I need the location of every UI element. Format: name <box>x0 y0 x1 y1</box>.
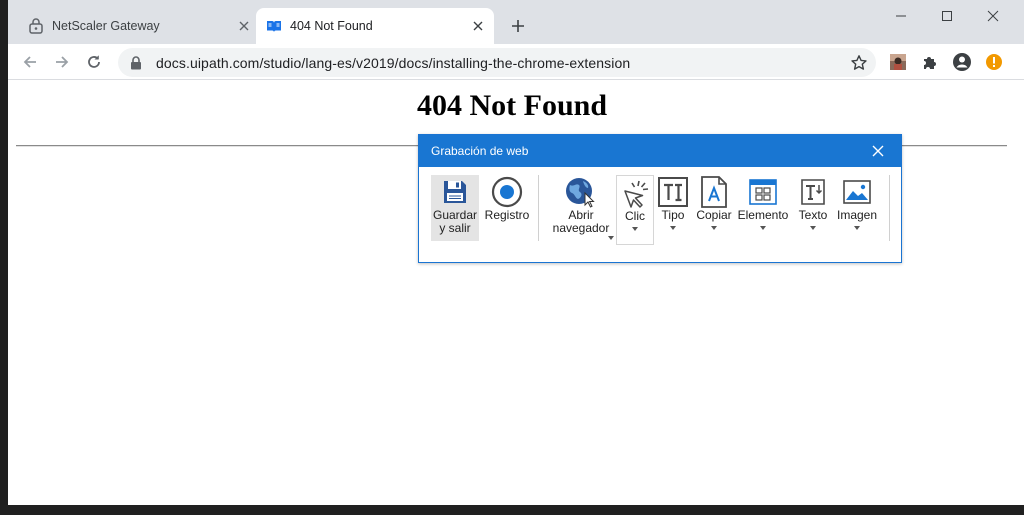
element-button[interactable]: Elemento <box>737 175 789 230</box>
type-dropdown-icon <box>670 226 676 230</box>
address-bar[interactable]: docs.uipath.com/studio/lang-es/v2019/doc… <box>118 48 876 77</box>
update-alert-icon[interactable] <box>984 52 1004 72</box>
tab-title: NetScaler Gateway <box>52 19 160 33</box>
copy-dropdown-icon <box>711 226 717 230</box>
image-button[interactable]: Imagen <box>835 175 879 230</box>
url-text[interactable]: docs.uipath.com/studio/lang-es/v2019/doc… <box>156 55 630 71</box>
image-window-icon <box>843 175 871 209</box>
lock-icon[interactable] <box>128 55 144 71</box>
click-button[interactable]: Clic <box>616 175 654 245</box>
copy-button[interactable]: Copiar <box>693 175 735 230</box>
click-label: Clic <box>625 209 645 223</box>
book-icon <box>266 18 282 34</box>
bookmark-star-icon[interactable] <box>850 54 868 72</box>
close-tab-icon[interactable] <box>470 18 486 34</box>
text-label: Texto <box>798 208 828 222</box>
tab-netscaler[interactable]: NetScaler Gateway <box>20 8 260 44</box>
page-heading: 404 Not Found <box>416 89 608 122</box>
toolbar-separator <box>889 175 890 241</box>
type-text-icon <box>657 175 689 209</box>
type-label: Tipo <box>661 208 685 222</box>
copy-document-icon <box>700 175 728 209</box>
lock-bag-icon <box>28 18 44 34</box>
image-dropdown-icon <box>854 226 860 230</box>
type-button[interactable]: Tipo <box>655 175 691 230</box>
close-icon[interactable] <box>871 144 885 158</box>
web-recording-panel: Grabación de web Guardar y salir Registr… <box>418 134 902 263</box>
record-label: Registro <box>484 208 530 222</box>
close-window-icon[interactable] <box>970 4 1016 28</box>
open-browser-button[interactable]: Abrir navegador <box>545 175 617 235</box>
record-icon <box>491 175 523 209</box>
back-arrow-icon[interactable] <box>18 50 42 74</box>
element-window-icon <box>749 175 777 209</box>
record-button[interactable]: Registro <box>483 175 531 222</box>
forward-arrow-icon[interactable] <box>50 50 74 74</box>
copy-label: Copiar <box>696 208 732 222</box>
text-dropdown-icon <box>810 226 816 230</box>
extensions-puzzle-icon[interactable] <box>920 52 940 72</box>
account-icon[interactable] <box>952 52 972 72</box>
close-tab-icon[interactable] <box>236 18 252 34</box>
reload-icon[interactable] <box>82 50 106 74</box>
element-dropdown-icon <box>760 226 766 230</box>
text-button[interactable]: Texto <box>793 175 833 230</box>
new-tab-icon[interactable] <box>508 16 528 36</box>
maximize-icon[interactable] <box>924 4 970 28</box>
browser-toolbar: docs.uipath.com/studio/lang-es/v2019/doc… <box>8 44 1024 80</box>
image-label: Imagen <box>836 208 878 222</box>
tab-strip: NetScaler Gateway 404 Not Found <box>8 0 1024 44</box>
globe-cursor-icon <box>564 175 598 209</box>
minimize-icon[interactable] <box>878 4 924 28</box>
profile-avatar-extension-icon[interactable] <box>888 52 908 72</box>
open-browser-label: Abrir navegador <box>552 208 610 235</box>
recording-panel-header: Grabación de web <box>419 135 901 167</box>
tab-404[interactable]: 404 Not Found <box>256 8 494 44</box>
floppy-disk-icon <box>442 175 468 209</box>
toolbar-separator <box>538 175 539 241</box>
taskbar <box>0 505 1024 515</box>
save-and-exit-label: Guardar y salir <box>432 208 478 235</box>
click-dropdown-icon <box>632 227 638 231</box>
open-browser-dropdown-icon[interactable] <box>608 236 614 240</box>
save-and-exit-button[interactable]: Guardar y salir <box>431 175 479 241</box>
tab-title: 404 Not Found <box>290 19 373 33</box>
recording-panel-title: Grabación de web <box>431 144 529 158</box>
click-cursor-icon <box>619 176 651 210</box>
element-label: Elemento <box>737 208 789 222</box>
text-window-icon <box>799 175 827 209</box>
